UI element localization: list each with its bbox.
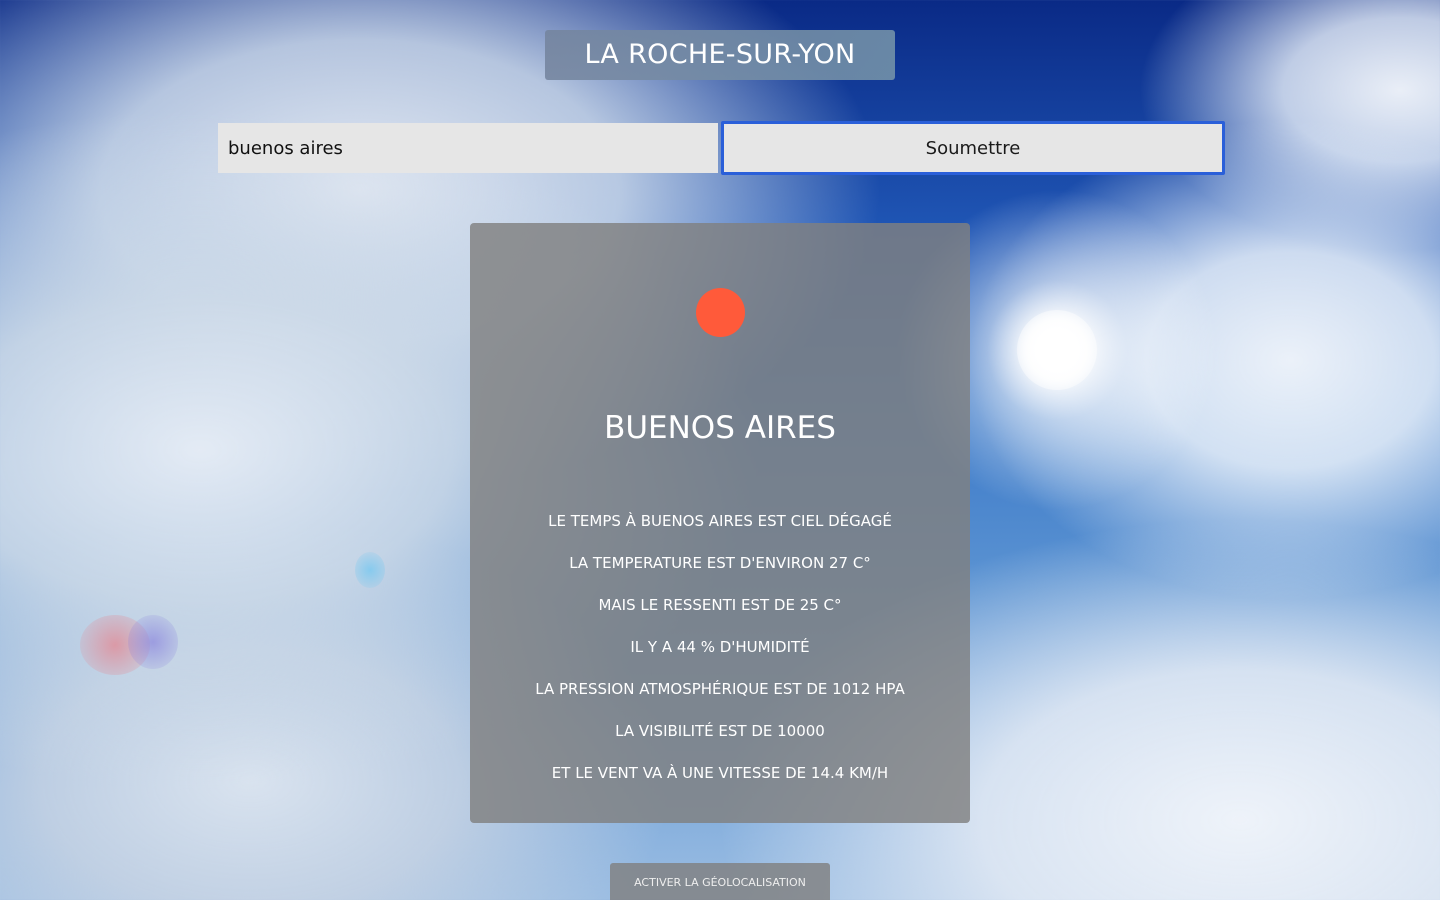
lens-flare-red [80, 615, 150, 675]
weather-description: LE TEMPS À BUENOS AIRES EST CIEL DÉGAGÉ [548, 512, 892, 530]
wind-speed-text: ET LE VENT VA À UNE VITESSE DE 14.4 KM/H [551, 764, 889, 782]
card-city-name: BUENOS AIRES [604, 410, 836, 446]
weather-details: LE TEMPS À BUENOS AIRES EST CIEL DÉGAGÉ … [470, 510, 970, 804]
weather-status-dot [696, 288, 745, 337]
weather-card: BUENOS AIRES LE TEMPS À BUENOS AIRES EST… [470, 223, 970, 823]
feels-like-text: MAIS LE RESSENTI EST DE 25 C° [598, 596, 842, 614]
submit-button[interactable]: Soumettre [721, 121, 1225, 175]
lens-flare-purple [128, 615, 178, 669]
humidity-text: IL Y A 44 % D'HUMIDITÉ [630, 638, 810, 656]
page-title: LA ROCHE-SUR-YON [545, 30, 895, 80]
visibility-text: LA VISIBILITÉ EST DE 10000 [615, 722, 825, 740]
pressure-text: LA PRESSION ATMOSPHÉRIQUE EST DE 1012 HP… [535, 680, 905, 698]
lens-flare-blue [355, 552, 385, 588]
search-input[interactable] [218, 123, 718, 173]
sun-icon [1017, 310, 1097, 390]
geolocation-button[interactable]: ACTIVER LA GÉOLOCALISATION [610, 863, 830, 900]
temperature-text: LA TEMPERATURE EST D'ENVIRON 27 C° [569, 554, 871, 572]
